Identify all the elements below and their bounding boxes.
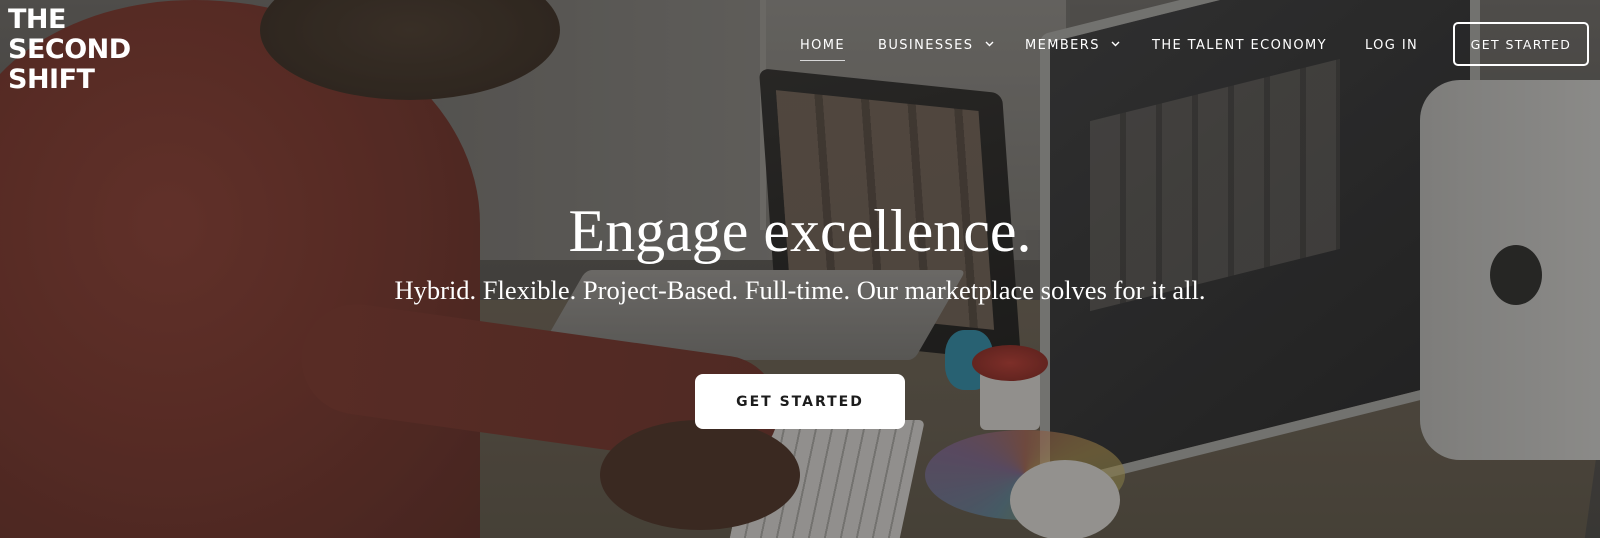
nav-item-the-talent-economy[interactable]: THE TALENT ECONOMY	[1152, 36, 1327, 56]
nav-item-log-in[interactable]: LOG IN	[1365, 36, 1418, 56]
chevron-down-icon	[985, 41, 994, 47]
nav-item-label: LOG IN	[1365, 38, 1419, 53]
hero-get-started-button[interactable]: GET STARTED	[695, 374, 905, 429]
logo-line-3: SHIFT	[8, 64, 95, 95]
hero-headline: Engage excellence.	[568, 198, 1032, 264]
chevron-down-icon	[1111, 41, 1120, 47]
hero-background-image	[0, 0, 1600, 538]
hero-get-started-label: GET STARTED	[736, 393, 864, 410]
nav-item-label: MEMBERS	[1025, 38, 1100, 53]
nav-item-label: THE TALENT ECONOMY	[1152, 38, 1327, 53]
logo-line-1: THE	[8, 4, 66, 35]
nav-item-businesses[interactable]: BUSINESSES	[878, 36, 994, 56]
main-navigation: HOME BUSINESSES MEMBERS THE TALENT ECONO…	[0, 36, 1600, 61]
hero-dark-overlay	[0, 0, 1600, 538]
nav-item-label: HOME	[800, 38, 846, 53]
nav-item-home[interactable]: HOME	[800, 36, 846, 61]
header-get-started-label: GET STARTED	[1470, 36, 1572, 52]
header-get-started-button[interactable]: GET STARTED	[1453, 22, 1589, 66]
nav-item-label: BUSINESSES	[878, 38, 974, 53]
nav-item-members[interactable]: MEMBERS	[1025, 36, 1120, 56]
hero-subheadline: Hybrid. Flexible. Project-Based. Full-ti…	[394, 275, 1206, 305]
